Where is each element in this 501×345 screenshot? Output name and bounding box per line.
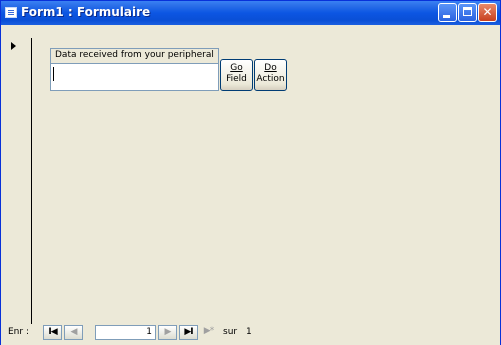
- title-bar[interactable]: Form1 : Formulaire ✕: [1, 1, 500, 25]
- first-record-button[interactable]: I◀: [43, 325, 62, 340]
- go-field-label-line1: Go: [230, 63, 243, 73]
- close-button[interactable]: ✕: [478, 3, 497, 22]
- text-caret: [53, 67, 54, 81]
- record-selector[interactable]: [5, 38, 32, 324]
- last-record-button[interactable]: ▶I: [179, 325, 198, 340]
- do-action-button[interactable]: Do Action: [254, 59, 287, 91]
- minimize-icon: [443, 15, 450, 18]
- minimize-button[interactable]: [438, 3, 457, 22]
- new-record-icon: ▶*: [203, 326, 214, 336]
- peripheral-data-input[interactable]: [50, 63, 219, 91]
- do-action-label-line1: Do: [264, 63, 277, 73]
- field-label: Data received from your peripheral: [50, 48, 219, 63]
- go-field-button[interactable]: Go Field: [220, 59, 253, 91]
- of-label: sur: [223, 327, 238, 337]
- do-action-label-line2: Action: [256, 74, 285, 84]
- previous-record-icon: ◀: [70, 327, 78, 337]
- next-record-icon: ▶: [164, 327, 172, 337]
- maximize-button[interactable]: [458, 3, 477, 22]
- record-navigation-bar: Enr : I◀ ◀ 1 ▶ ▶I ▶* sur 1: [5, 324, 496, 341]
- current-record-pointer-icon: [11, 42, 16, 50]
- last-record-icon: ▶I: [184, 327, 193, 337]
- access-form-window: Form1 : Formulaire ✕ Data received from …: [0, 0, 501, 345]
- window-bottom-border: [1, 341, 500, 345]
- next-record-button[interactable]: ▶: [158, 325, 177, 340]
- close-icon: ✕: [482, 5, 493, 19]
- total-records: 1: [246, 327, 252, 337]
- new-record-button[interactable]: ▶*: [199, 325, 218, 340]
- previous-record-button[interactable]: ◀: [64, 325, 83, 340]
- record-label: Enr :: [8, 327, 29, 337]
- go-field-label-line2: Field: [226, 74, 247, 84]
- first-record-icon: I◀: [48, 327, 57, 337]
- window-title: Form1 : Formulaire: [21, 5, 151, 19]
- current-record-input[interactable]: 1: [95, 325, 156, 340]
- maximize-icon: [463, 7, 472, 16]
- form-icon[interactable]: [5, 7, 17, 18]
